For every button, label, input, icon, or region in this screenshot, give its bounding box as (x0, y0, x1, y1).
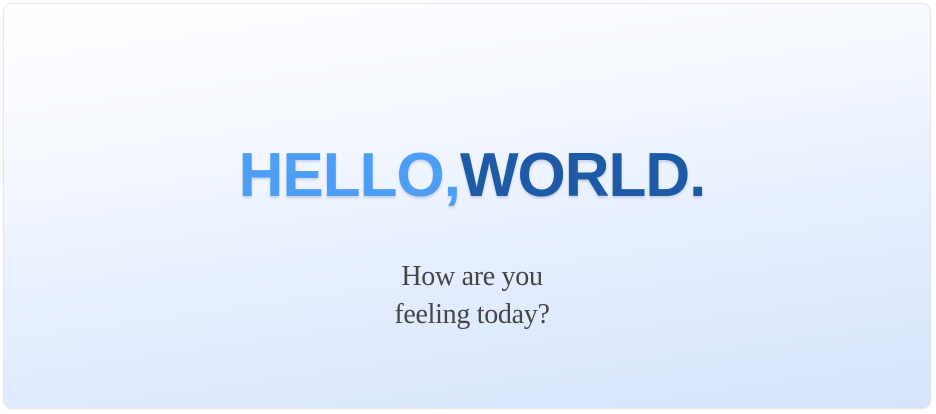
question-line-1: How are you (401, 261, 543, 292)
headline-hello: HELLO, (238, 141, 461, 210)
mood-question: How are you feeling today? (4, 258, 930, 334)
headline: HELLO,WORLD. (4, 141, 930, 211)
greeting-card: HELLO,WORLD. How are you feeling today? (3, 3, 931, 409)
headline-world: WORLD. (459, 141, 706, 210)
question-line-2: feeling today? (394, 299, 550, 330)
